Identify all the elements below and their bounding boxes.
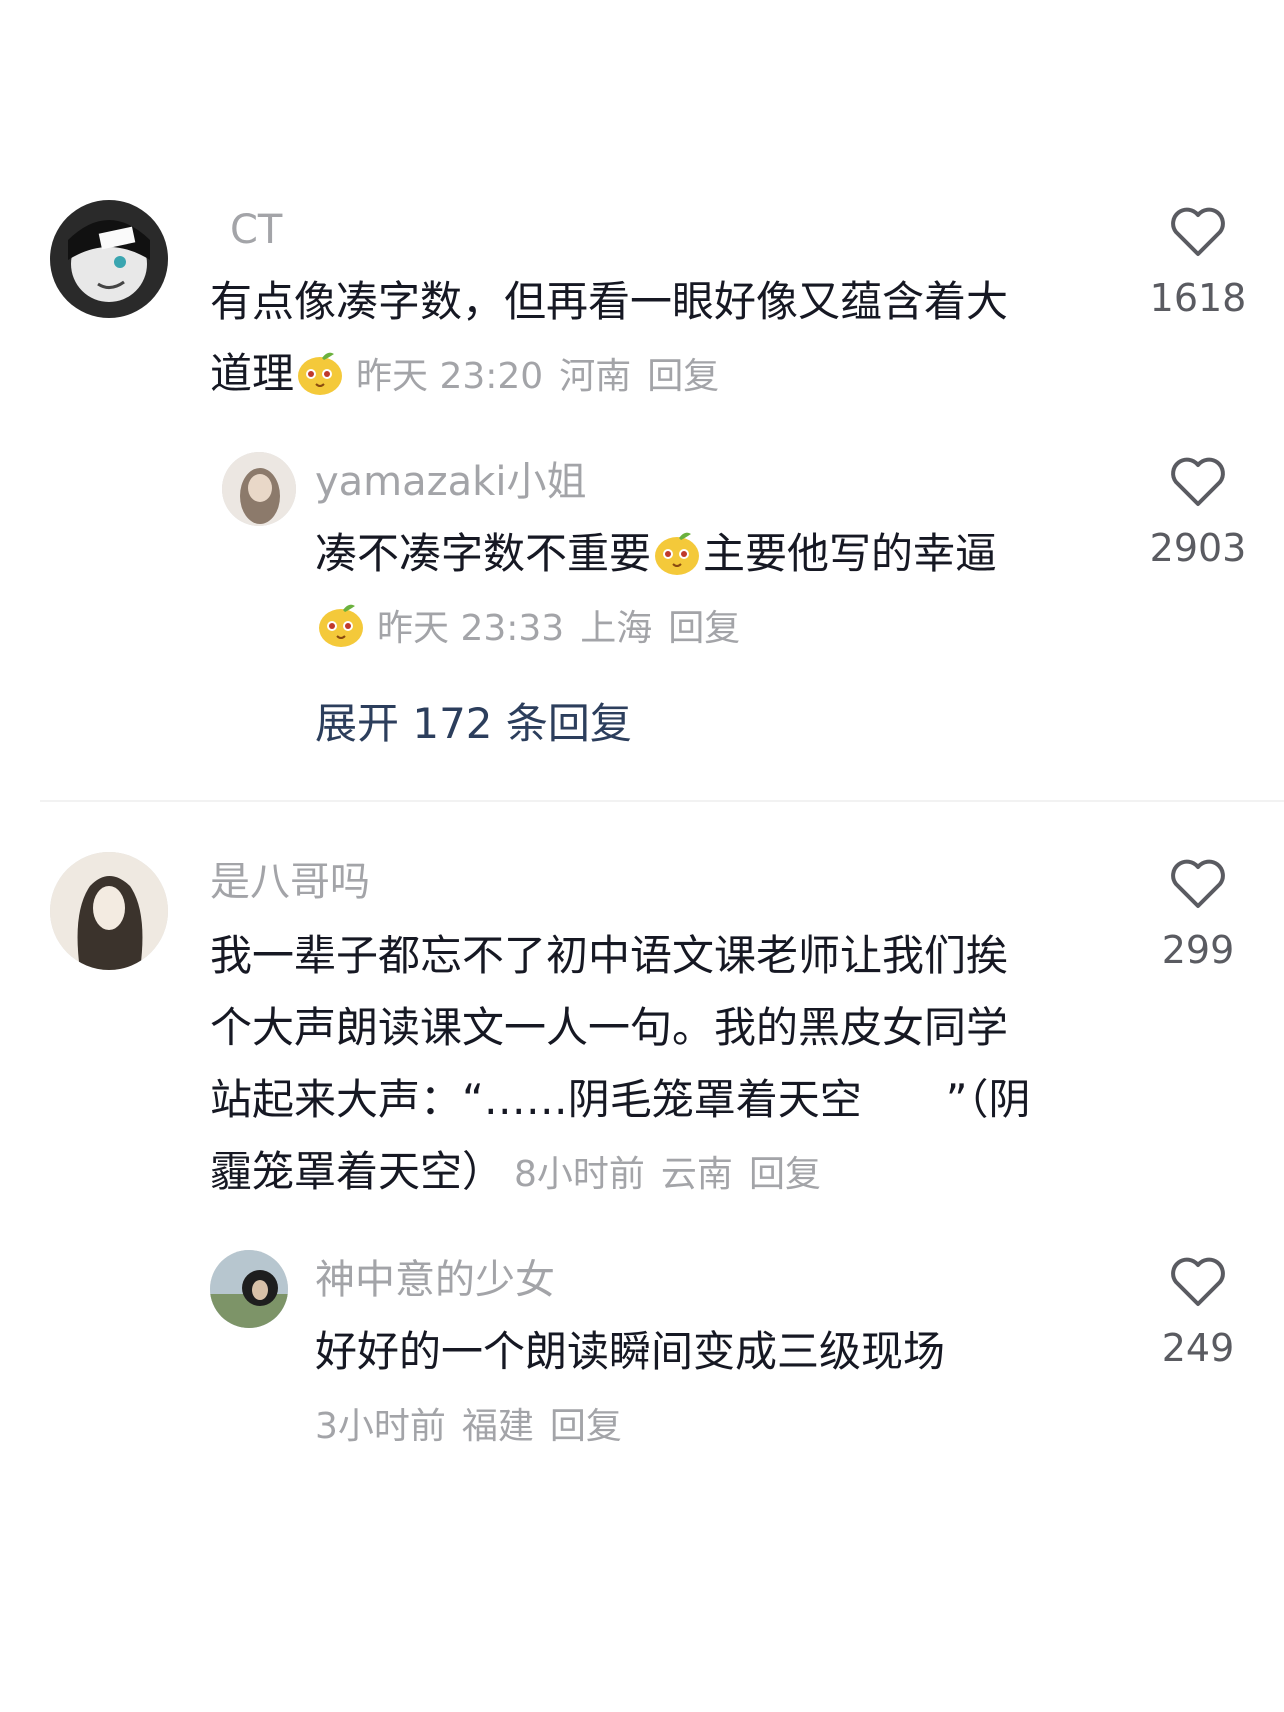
comment-meta-line: 昨天 23:33 上海 回复 xyxy=(315,590,1115,665)
comment-text-line-with-emoji: 凑不凑字数不重要 主要他写的幸逼 xyxy=(315,518,1115,590)
like-count: 1618 xyxy=(1149,276,1247,320)
avatar[interactable] xyxy=(222,452,296,526)
like-button[interactable]: 1618 xyxy=(1118,206,1278,320)
location: 上海 xyxy=(580,608,653,649)
comment-text-line-with-meta: 道理 昨天 23:20 河南 回复 xyxy=(210,338,1110,413)
avatar-image xyxy=(50,200,168,318)
timestamp: 8小时前 xyxy=(514,1154,645,1195)
username[interactable]: 是八哥吗 xyxy=(210,858,370,906)
avatar-image xyxy=(50,852,168,970)
reply-button[interactable]: 回复 xyxy=(647,356,719,397)
comment-text-part: 主要他写的幸逼 xyxy=(703,529,998,578)
comment-text-line: 好好的一个朗读瞬间变成三级现场 xyxy=(315,1327,946,1376)
comment-meta: 3小时前 福建 回复 xyxy=(315,1406,638,1447)
like-count: 2903 xyxy=(1149,526,1247,570)
like-button[interactable]: 249 xyxy=(1118,1256,1278,1370)
comment-text-line: 我一辈子都忘不了初中语文课老师让我们挨 xyxy=(210,931,1009,980)
avatar[interactable] xyxy=(50,200,168,318)
comment-text-part: 凑不凑字数不重要 xyxy=(315,529,652,578)
comment-text-line: 站起来大声：“……阴毛笼罩着天空 ”（阴 xyxy=(210,1075,1031,1124)
avatar-image xyxy=(210,1250,288,1328)
comment-text-line-with-meta: 霾笼罩着天空） 8小时前 云南 回复 xyxy=(210,1136,1110,1211)
username[interactable]: CT xyxy=(230,206,282,254)
comment-text: 我一辈子都忘不了初中语文课老师让我们挨 个大声朗读课文一人一句。我的黑皮女同学 … xyxy=(210,920,1110,1211)
like-button[interactable]: 299 xyxy=(1118,858,1278,972)
like-button[interactable]: 2903 xyxy=(1118,456,1278,570)
comment-text: 好好的一个朗读瞬间变成三级现场 3小时前 福建 回复 xyxy=(315,1316,1115,1463)
location: 福建 xyxy=(461,1406,534,1447)
reply-button[interactable]: 回复 xyxy=(668,608,740,649)
timestamp: 昨天 23:33 xyxy=(377,608,565,649)
reply-button[interactable]: 回复 xyxy=(749,1154,821,1195)
username[interactable]: 神中意的少女 xyxy=(315,1256,555,1304)
divider xyxy=(40,800,1284,802)
comment-text: 有点像凑字数，但再看一眼好像又蕴含着大 道理 昨天 23:20 河南 回复 xyxy=(210,266,1110,413)
like-count: 249 xyxy=(1161,1326,1235,1370)
pear-emoji xyxy=(294,346,346,398)
location: 河南 xyxy=(559,356,632,397)
heart-outline-icon xyxy=(1171,457,1225,506)
comment-text-line: 霾笼罩着天空） xyxy=(210,1147,505,1196)
timestamp: 3小时前 xyxy=(315,1406,446,1447)
comment-meta: 8小时前 云南 回复 xyxy=(514,1154,837,1195)
pear-emoji xyxy=(651,526,703,578)
avatar-image xyxy=(222,452,296,526)
pear-emoji xyxy=(315,598,367,650)
heart-outline-icon xyxy=(1171,1257,1225,1306)
comment-text: 凑不凑字数不重要 主要他写的幸逼 昨天 23:33 上海 回复 xyxy=(315,518,1115,665)
username[interactable]: yamazaki小姐 xyxy=(315,458,586,506)
comment-text-line: 有点像凑字数，但再看一眼好像又蕴含着大 xyxy=(210,277,1009,326)
reply-button[interactable]: 回复 xyxy=(550,1406,622,1447)
comment-text-line: 道理 xyxy=(210,349,295,398)
comment-meta: 昨天 23:33 上海 回复 xyxy=(377,608,756,649)
heart-outline-icon xyxy=(1171,859,1225,908)
avatar[interactable] xyxy=(210,1250,288,1328)
timestamp: 昨天 23:20 xyxy=(356,356,544,397)
avatar[interactable] xyxy=(50,852,168,970)
comment-meta-line: 3小时前 福建 回复 xyxy=(315,1388,1115,1463)
comment-text-line: 个大声朗读课文一人一句。我的黑皮女同学 xyxy=(210,1003,1009,1052)
comment-meta: 昨天 23:20 河南 回复 xyxy=(356,356,735,397)
heart-outline-icon xyxy=(1171,207,1225,256)
expand-replies-button[interactable]: 展开 172 条回复 xyxy=(315,690,632,751)
like-count: 299 xyxy=(1161,928,1235,972)
location: 云南 xyxy=(660,1154,733,1195)
